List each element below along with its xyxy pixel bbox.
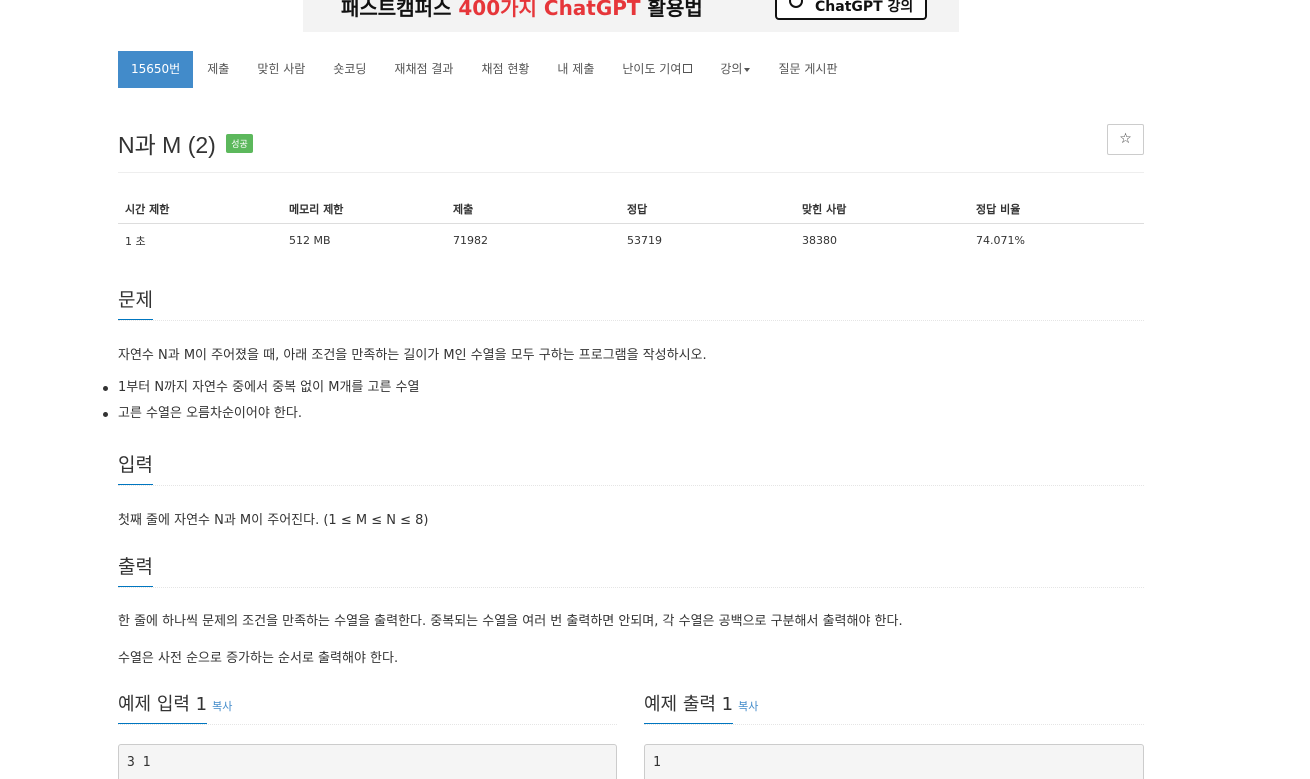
description-list: 1부터 N까지 자연수 중에서 중복 없이 M개를 고른 수열 고른 수열은 오… (102, 375, 419, 427)
table-row: 1 초 512 MB 71982 53719 38380 74.071% (118, 224, 1144, 257)
nav-tab-submit[interactable]: 제출 (193, 51, 243, 88)
nav-tab-short-coding[interactable]: 숏코딩 (319, 51, 380, 88)
banner-button[interactable]: ChatGPT 강의 (775, 0, 927, 20)
section-description-header: 문제 (118, 285, 1144, 321)
problem-nav: 15650번 제출 맞힌 사람 숏코딩 재채점 결과 채점 현황 내 제출 난이… (118, 51, 851, 88)
nav-tab-problem[interactable]: 15650번 (118, 51, 194, 88)
table-cell: 1 초 (125, 234, 146, 248)
table-cell: 512 MB (289, 234, 331, 247)
table-header: 정답 (627, 203, 648, 216)
input-text: 첫째 줄에 자연수 N과 M이 주어진다. (1 ≤ M ≤ N ≤ 8) (118, 513, 429, 528)
section-heading: 입력 (118, 450, 153, 485)
example-input-header: 예제 입력 1 복사 (118, 690, 617, 725)
banner-highlight: 400가지 ChatGPT (458, 0, 641, 20)
section-heading: 예제 입력 1 (118, 690, 208, 724)
nav-tab-lectures[interactable]: 강의 (706, 51, 764, 88)
section-heading: 문제 (118, 285, 153, 320)
star-button[interactable]: ☆ (1107, 124, 1144, 155)
copy-button[interactable]: 복사 (738, 700, 758, 713)
table-cell: 53719 (627, 234, 662, 247)
section-input-header: 입력 (118, 450, 1144, 486)
divider (118, 172, 1144, 173)
table-header: 맞힌 사람 (802, 203, 847, 216)
table-cell: 71982 (453, 234, 488, 247)
status-badge: 성공 (226, 134, 253, 154)
table-cell: 74.071% (976, 234, 1025, 247)
section-heading: 예제 출력 1 (644, 690, 734, 724)
nav-tab-status[interactable]: 채점 현황 (467, 51, 543, 88)
description-text: 자연수 N과 M이 주어졌을 때, 아래 조건을 만족하는 길이가 M인 수열을… (118, 348, 707, 363)
problem-info-table: 시간 제한 메모리 제한 제출 정답 맞힌 사람 정답 비율 1 초 512 M… (118, 195, 1144, 257)
ad-banner[interactable]: 패스트캠퍼스 400가지 ChatGPT 활용법 ChatGPT 강의 (303, 0, 959, 32)
section-output-header: 출력 (118, 552, 1144, 588)
section-heading: 출력 (118, 552, 153, 587)
table-header: 정답 비율 (976, 203, 1021, 216)
nav-tab-board[interactable]: 질문 게시판 (764, 51, 851, 88)
search-icon (789, 0, 803, 8)
external-link-icon (683, 64, 693, 73)
nav-tab-rejudge[interactable]: 재채점 결과 (380, 51, 467, 88)
output-text: 한 줄에 하나씩 문제의 조건을 만족하는 수열을 출력한다. 중복되는 수열을… (118, 614, 903, 629)
banner-text: 패스트캠퍼스 400가지 ChatGPT 활용법 (341, 0, 703, 21)
caret-down-icon (744, 67, 751, 72)
table-header: 제출 (453, 203, 474, 216)
list-item: 고른 수열은 오름차순이어야 한다. (102, 401, 419, 427)
example-input-box: 3 1 (118, 744, 617, 779)
problem-title: N과 M (2) (118, 132, 216, 158)
nav-tab-difficulty[interactable]: 난이도 기여 (608, 51, 706, 88)
list-item: 1부터 N까지 자연수 중에서 중복 없이 M개를 고른 수열 (102, 375, 419, 401)
output-text-2: 수열은 사전 순으로 증가하는 순서로 출력해야 한다. (118, 651, 399, 666)
nav-tab-solvers[interactable]: 맞힌 사람 (243, 51, 319, 88)
page-title: N과 M (2) 성공 (118, 126, 253, 160)
nav-tab-my-submissions[interactable]: 내 제출 (543, 51, 608, 88)
example-output-header: 예제 출력 1 복사 (644, 690, 1144, 725)
table-header: 메모리 제한 (289, 203, 344, 216)
example-output-box: 1 (644, 744, 1144, 779)
table-cell: 38380 (802, 234, 837, 247)
table-header-row: 시간 제한 메모리 제한 제출 정답 맞힌 사람 정답 비율 (118, 195, 1144, 224)
table-header: 시간 제한 (125, 203, 170, 216)
copy-button[interactable]: 복사 (212, 700, 232, 713)
